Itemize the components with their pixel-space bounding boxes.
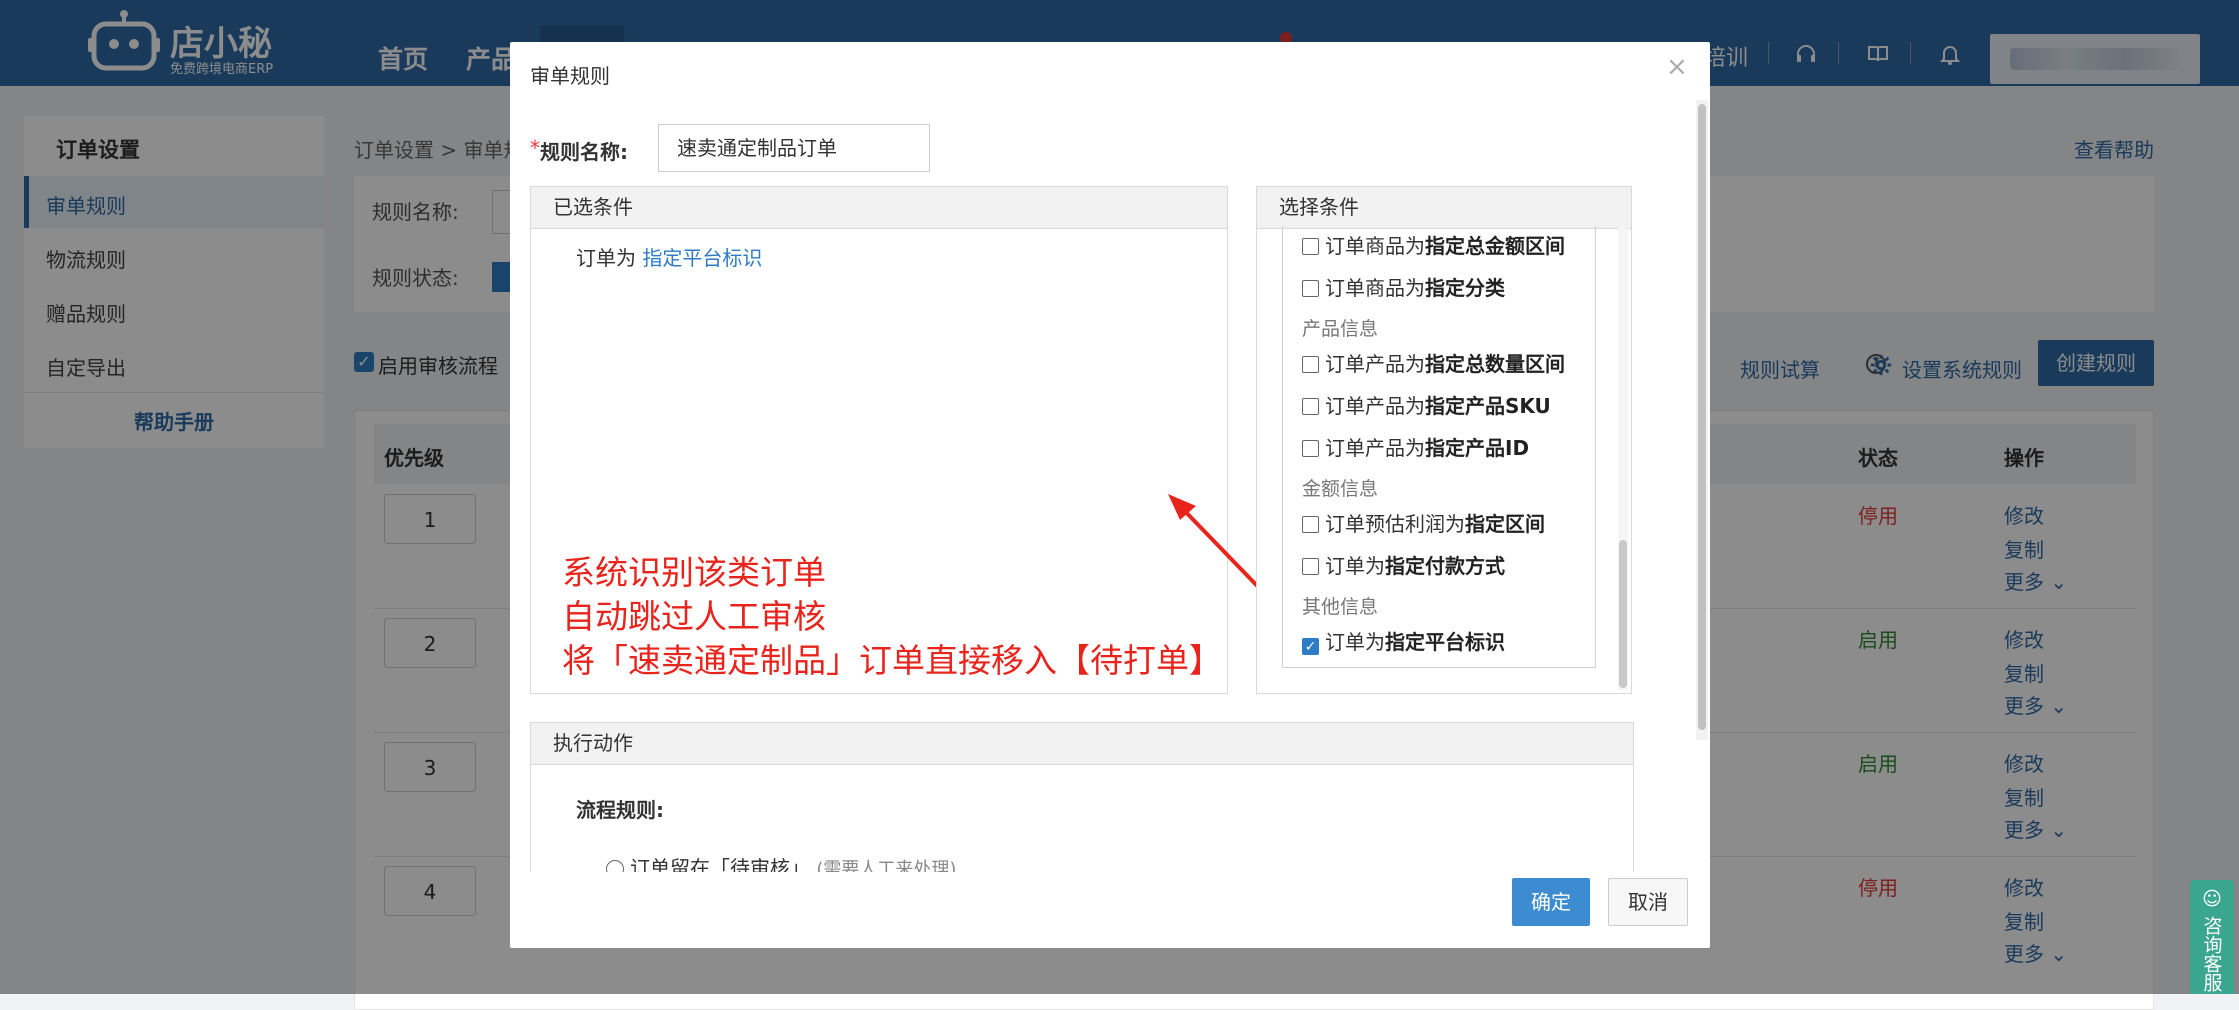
checkbox[interactable] [1302,280,1319,297]
consult-service-label: 咨询客服 [2200,916,2223,992]
checkbox[interactable] [1302,558,1319,575]
annotation-line-2: 自动跳过人工审核 [562,597,826,636]
checkbox[interactable] [1302,238,1319,255]
selected-conditions-title: 已选条件 [531,187,1227,229]
annotation-line-1: 系统识别该类订单 [562,553,826,592]
condition-group-label: 金额信息 [1302,478,1379,500]
close-icon[interactable]: × [1666,52,1688,82]
annotation-line-3: 将「速卖通定制品」订单直接移入【待打单】 [562,641,1222,680]
selected-condition-link[interactable]: 指定平台标识 [642,246,762,270]
condition-item-checked[interactable]: ✓ 订单为指定平台标识 [1302,626,1505,655]
rule-name-input[interactable]: 速卖通定制品订单 [658,124,930,172]
checkbox[interactable] [1302,398,1319,415]
action-panel-title: 执行动作 [531,723,1633,765]
checkbox[interactable] [1302,516,1319,533]
condition-item[interactable]: 订单商品为指定分类 [1302,272,1505,301]
condition-scrollbar-thumb[interactable] [1619,540,1627,688]
consult-service-widget[interactable]: ☺ 咨询客服 [2190,880,2234,994]
condition-group-label: 其他信息 [1302,596,1379,618]
dialog-title: 审单规则 [530,64,610,88]
condition-item[interactable]: 订单预估利润为指定区间 [1302,508,1545,537]
condition-item[interactable]: 订单产品为指定产品SKU [1302,390,1551,419]
selected-condition-prefix: 订单为 [576,246,636,270]
choose-conditions-title: 选择条件 [1257,187,1631,229]
condition-group-label: 产品信息 [1302,318,1379,340]
flow-rule-label: 流程规则: [576,798,664,822]
required-marker: * [530,136,540,160]
dialog-scrollbar-thumb[interactable] [1698,104,1706,730]
condition-item[interactable]: 订单为指定付款方式 [1302,550,1505,579]
checkbox-checked[interactable]: ✓ [1302,638,1319,655]
condition-item[interactable]: 订单商品为指定总金额区间 [1302,230,1565,259]
condition-item[interactable]: 订单产品为指定总数量区间 [1302,348,1565,377]
selected-condition-item: 订单为 指定平台标识 [576,242,762,271]
checkbox[interactable] [1302,440,1319,457]
checkbox[interactable] [1302,356,1319,373]
confirm-button[interactable]: 确定 [1512,878,1590,926]
cancel-button[interactable]: 取消 [1608,878,1688,926]
condition-item[interactable]: 订单产品为指定产品ID [1302,432,1529,461]
rule-name-label: 规则名称: [540,140,628,164]
support-icon: ☺ [2202,888,2222,910]
